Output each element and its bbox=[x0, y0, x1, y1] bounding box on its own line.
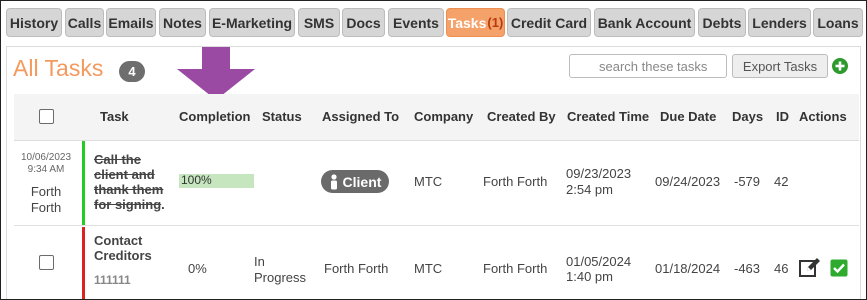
column-header-created-by[interactable]: Created By bbox=[487, 109, 556, 124]
client-person-icon bbox=[330, 173, 337, 189]
tab-calls[interactable]: Calls bbox=[65, 8, 104, 37]
column-header-due-date[interactable]: Due Date bbox=[660, 109, 716, 124]
completed-by-last: Forth bbox=[30, 200, 62, 215]
column-header-company[interactable]: Company bbox=[414, 109, 473, 124]
row-divider bbox=[14, 225, 859, 226]
task-title-suffix: . bbox=[161, 197, 165, 212]
priority-bar bbox=[82, 227, 85, 299]
tab-label: Debts bbox=[702, 14, 742, 31]
task-title-line[interactable]: Contact bbox=[94, 233, 142, 249]
tab-events[interactable]: Events bbox=[388, 8, 444, 37]
completed-date: 10/06/2023 bbox=[20, 152, 72, 163]
company: MTC bbox=[414, 174, 443, 189]
tab-label: Docs bbox=[346, 14, 381, 31]
select-all-checkbox[interactable] bbox=[39, 109, 54, 124]
edit-icon[interactable] bbox=[799, 258, 821, 278]
task-title-line[interactable]: thank them bbox=[94, 182, 163, 198]
tab-label: Loans bbox=[817, 14, 859, 31]
company: MTC bbox=[414, 261, 443, 276]
task-id: 42 bbox=[774, 174, 789, 189]
created-by: Forth Forth bbox=[483, 261, 548, 276]
tab-bar: History Calls Emails Notes E-Marketing S… bbox=[1, 1, 866, 45]
task-title-line[interactable]: client and bbox=[94, 167, 155, 183]
column-header-completion[interactable]: Completion bbox=[179, 109, 251, 124]
completion-percent: 100% bbox=[181, 173, 212, 187]
tab-label: Lenders bbox=[752, 14, 807, 31]
column-header-days[interactable]: Days bbox=[732, 109, 763, 124]
tab-label: Credit Card bbox=[510, 14, 588, 31]
tab-label: Bank Account bbox=[597, 14, 692, 31]
check-icon[interactable] bbox=[830, 259, 848, 277]
assigned-to: Forth Forth bbox=[324, 261, 389, 276]
column-header-task[interactable]: Task bbox=[100, 109, 129, 124]
tab-sms[interactable]: SMS bbox=[298, 8, 340, 37]
tab-label: Tasks bbox=[447, 14, 487, 31]
column-header-status[interactable]: Status bbox=[262, 109, 302, 124]
task-title-line[interactable]: for signing bbox=[94, 197, 161, 212]
add-icon[interactable] bbox=[831, 57, 849, 75]
tab-debts[interactable]: Debts bbox=[698, 8, 746, 37]
page-title: All Tasks bbox=[13, 55, 104, 81]
tab-label: Calls bbox=[67, 14, 102, 31]
days: -579 bbox=[734, 174, 761, 189]
tab-e-marketing[interactable]: E-Marketing bbox=[209, 8, 295, 37]
due-date: 09/24/2023 bbox=[655, 174, 721, 189]
days: -463 bbox=[734, 261, 761, 276]
tab-lenders[interactable]: Lenders bbox=[748, 8, 811, 37]
tab-bank-account[interactable]: Bank Account bbox=[594, 8, 695, 37]
tab-label: E-Marketing bbox=[211, 14, 293, 31]
tasks-window: History Calls Emails Notes E-Marketing S… bbox=[0, 0, 867, 300]
status-line: Progress bbox=[254, 270, 307, 285]
tab-label: Emails bbox=[108, 14, 154, 31]
assigned-client-badge[interactable]: Client bbox=[321, 170, 389, 193]
column-header-created-time[interactable]: Created Time bbox=[567, 109, 649, 124]
created-time: 2:54 pm bbox=[566, 182, 613, 197]
column-header-id[interactable]: ID bbox=[776, 109, 789, 124]
tab-notes[interactable]: Notes bbox=[159, 8, 206, 37]
status-line: In bbox=[254, 254, 265, 269]
task-id: 46 bbox=[774, 261, 789, 276]
tab-label: SMS bbox=[303, 14, 335, 31]
export-tasks-button[interactable]: Export Tasks bbox=[732, 54, 828, 78]
created-by: Forth Forth bbox=[483, 174, 548, 189]
column-header-assigned-to[interactable]: Assigned To bbox=[322, 109, 399, 124]
tab-loans[interactable]: Loans bbox=[813, 8, 863, 37]
arrow-annotation-icon bbox=[177, 47, 255, 100]
completion-percent: 0% bbox=[188, 261, 207, 276]
created-time: 1:40 pm bbox=[566, 269, 613, 284]
tab-label: Events bbox=[393, 14, 439, 31]
tab-tasks[interactable]: Tasks (1) bbox=[446, 8, 505, 37]
assigned-to: Client bbox=[342, 173, 382, 190]
tab-history[interactable]: History bbox=[6, 8, 62, 37]
due-date: 01/18/2024 bbox=[655, 261, 721, 276]
created-date: 09/23/2023 bbox=[566, 166, 632, 181]
task-title-line[interactable]: Call the bbox=[94, 152, 141, 168]
priority-bar bbox=[82, 141, 85, 225]
tab-docs[interactable]: Docs bbox=[342, 8, 385, 37]
task-count-badge: 4 bbox=[119, 61, 145, 82]
tab-label: History bbox=[9, 14, 59, 31]
completed-time: 9:34 AM bbox=[27, 164, 65, 175]
task-title-line[interactable]: Creditors bbox=[94, 248, 152, 264]
row-select-checkbox[interactable] bbox=[39, 255, 54, 270]
tab-label: Notes bbox=[163, 14, 202, 31]
column-header-actions: Actions bbox=[799, 109, 847, 124]
tab-credit-card[interactable]: Credit Card bbox=[507, 8, 591, 37]
completed-by-first: Forth bbox=[30, 184, 62, 199]
tab-emails[interactable]: Emails bbox=[106, 8, 156, 37]
search-input[interactable] bbox=[569, 54, 727, 78]
task-subtitle: 111111 bbox=[94, 273, 131, 287]
tab-count: (1) bbox=[487, 15, 504, 30]
created-date: 01/05/2024 bbox=[566, 254, 632, 269]
